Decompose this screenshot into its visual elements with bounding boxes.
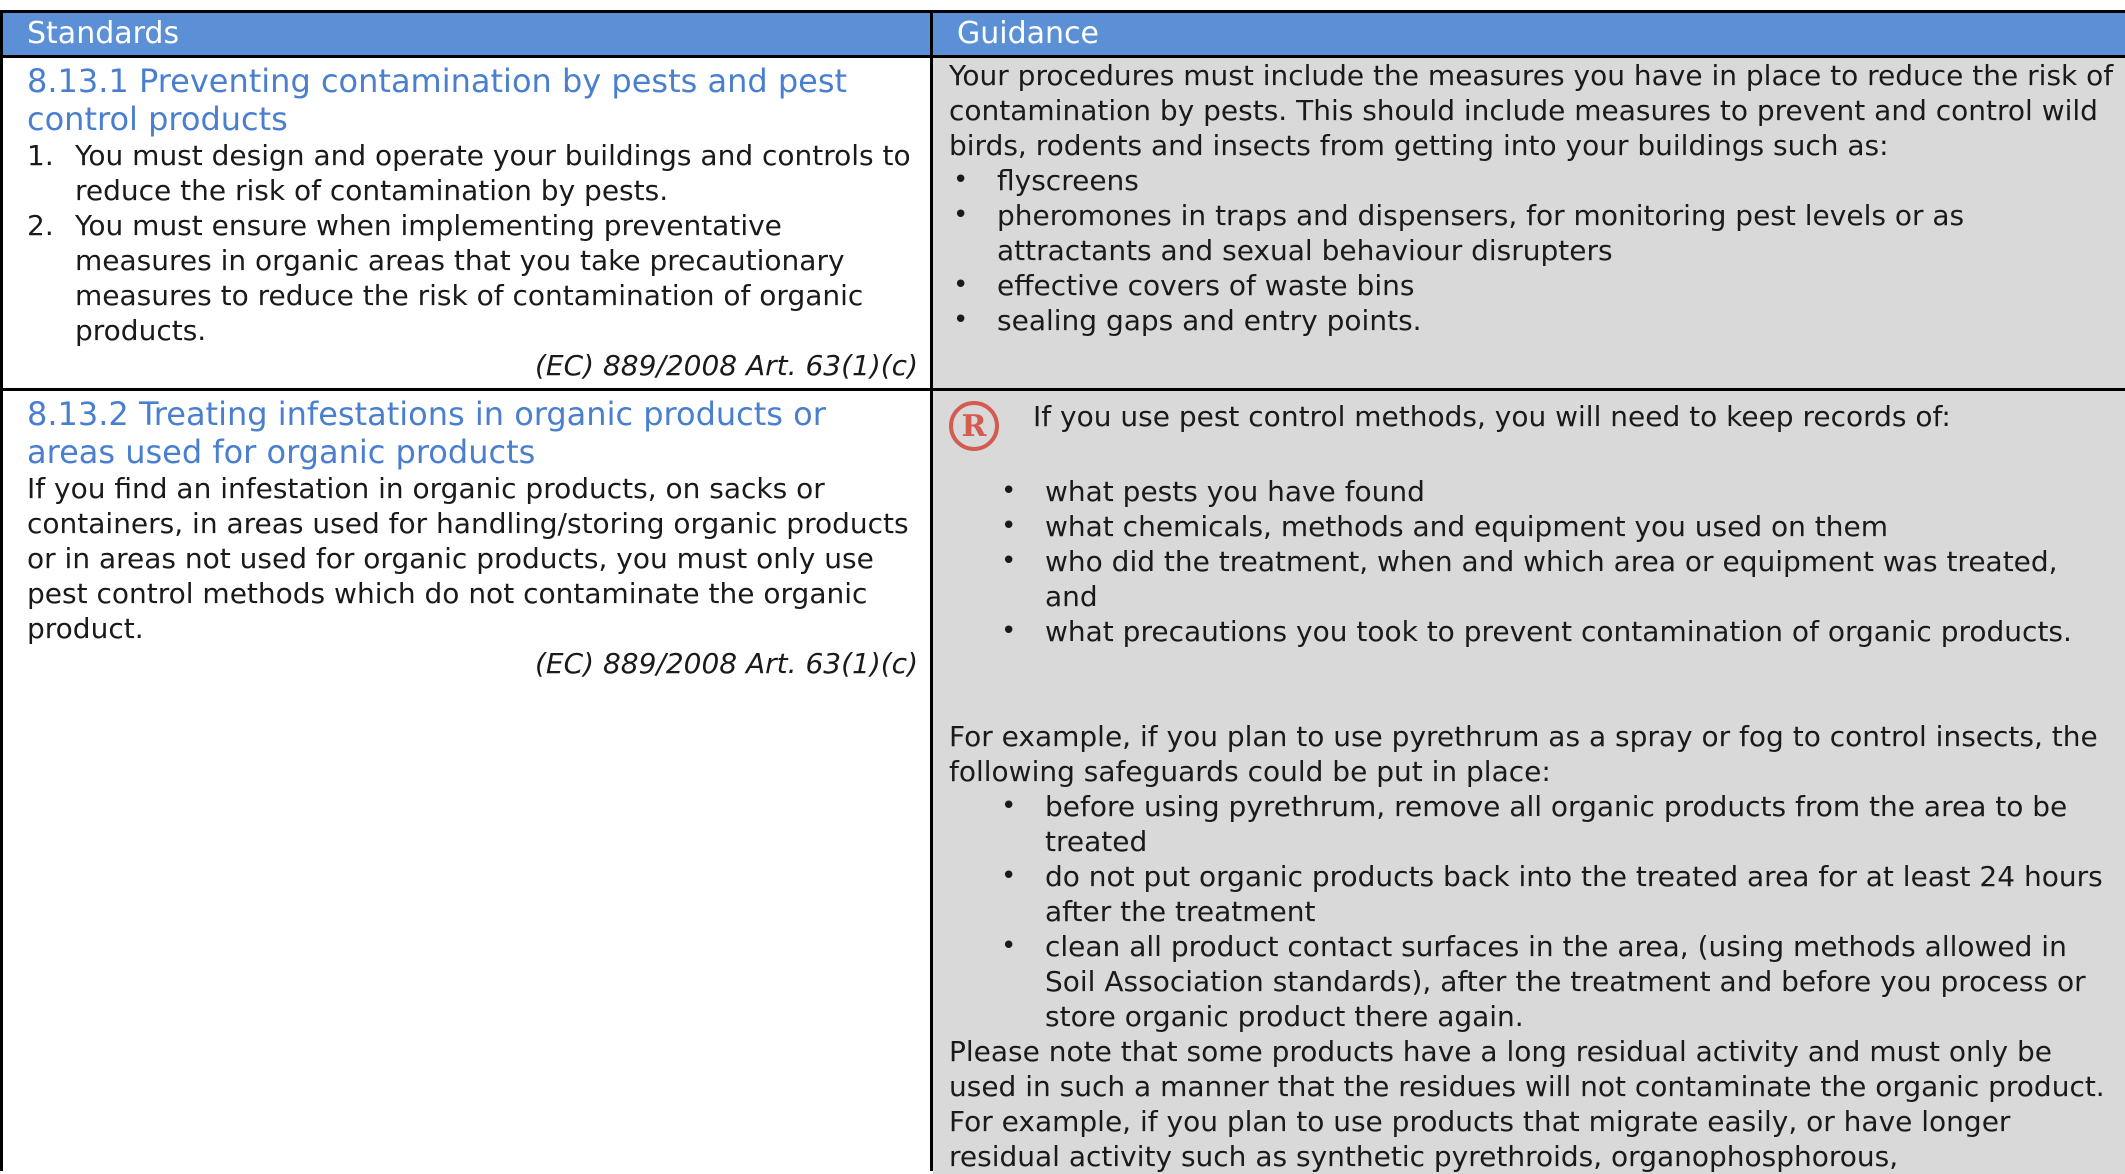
bullet-item: before using pyrethrum, remove all organ… [949, 789, 2115, 859]
bullet-item: effective covers of waste bins [949, 268, 2115, 303]
standards-table: Standards Guidance 8.13.1 Preventing con… [0, 10, 2125, 1174]
bullet-item: what precautions you took to prevent con… [949, 614, 2115, 649]
standard-8-13-2-cell: 8.13.2 Treating infestations in organic … [3, 388, 930, 1174]
list-item-text: You must design and operate your buildin… [75, 139, 911, 207]
list-number: 1. [27, 139, 54, 172]
example-bullet-list: before using pyrethrum, remove all organ… [949, 789, 2115, 1034]
standard-title: 8.13.2 Treating infestations in organic … [27, 395, 826, 471]
standard-list: 1. You must design and operate your buil… [27, 138, 918, 348]
bullet-item: what chemicals, methods and equipment yo… [949, 509, 2115, 544]
guidance-8-13-2-cell: R If you use pest control methods, you w… [933, 388, 2125, 1174]
bullet-item: flyscreens [949, 163, 2115, 198]
list-item: 1. You must design and operate your buil… [27, 138, 918, 208]
guidance-8-13-1-cell: Your procedures must include the measure… [933, 55, 2125, 388]
guidance-header: Guidance [933, 13, 2125, 55]
list-item-text: You must ensure when implementing preven… [75, 209, 864, 347]
bullet-item: what pests you have found [949, 474, 2115, 509]
record-keeping-icon: R [949, 401, 999, 451]
list-item: 2. You must ensure when implementing pre… [27, 208, 918, 348]
bullet-item: pheromones in traps and dispensers, for … [949, 198, 2115, 268]
residual-activity-note: Please note that some products have a lo… [949, 1035, 2105, 1173]
record-keeping-note: R If you use pest control methods, you w… [949, 399, 2115, 451]
record-bullet-list: what pests you have found what chemicals… [949, 474, 2115, 649]
regulation-reference: (EC) 889/2008 Art. 63(1)(c) [534, 647, 918, 680]
standard-8-13-1-cell: 8.13.1 Preventing contamination by pests… [3, 55, 930, 388]
example-intro: For example, if you plan to use pyrethru… [949, 720, 2098, 788]
record-keeping-text: If you use pest control methods, you wil… [1033, 400, 1951, 433]
standards-header: Standards [3, 13, 930, 55]
bullet-item: who did the treatment, when and which ar… [949, 544, 2115, 614]
regulation-reference: (EC) 889/2008 Art. 63(1)(c) [534, 349, 918, 382]
standard-title: 8.13.1 Preventing contamination by pests… [27, 62, 848, 138]
guidance-bullet-list: flyscreens pheromones in traps and dispe… [949, 163, 2115, 338]
bullet-item: sealing gaps and entry points. [949, 303, 2115, 338]
list-number: 2. [27, 209, 54, 242]
standard-body: If you find an infestation in organic pr… [27, 472, 909, 645]
bullet-item: do not put organic products back into th… [949, 859, 2115, 929]
bullet-item: clean all product contact surfaces in th… [949, 929, 2115, 1034]
guidance-intro: Your procedures must include the measure… [949, 59, 2114, 162]
